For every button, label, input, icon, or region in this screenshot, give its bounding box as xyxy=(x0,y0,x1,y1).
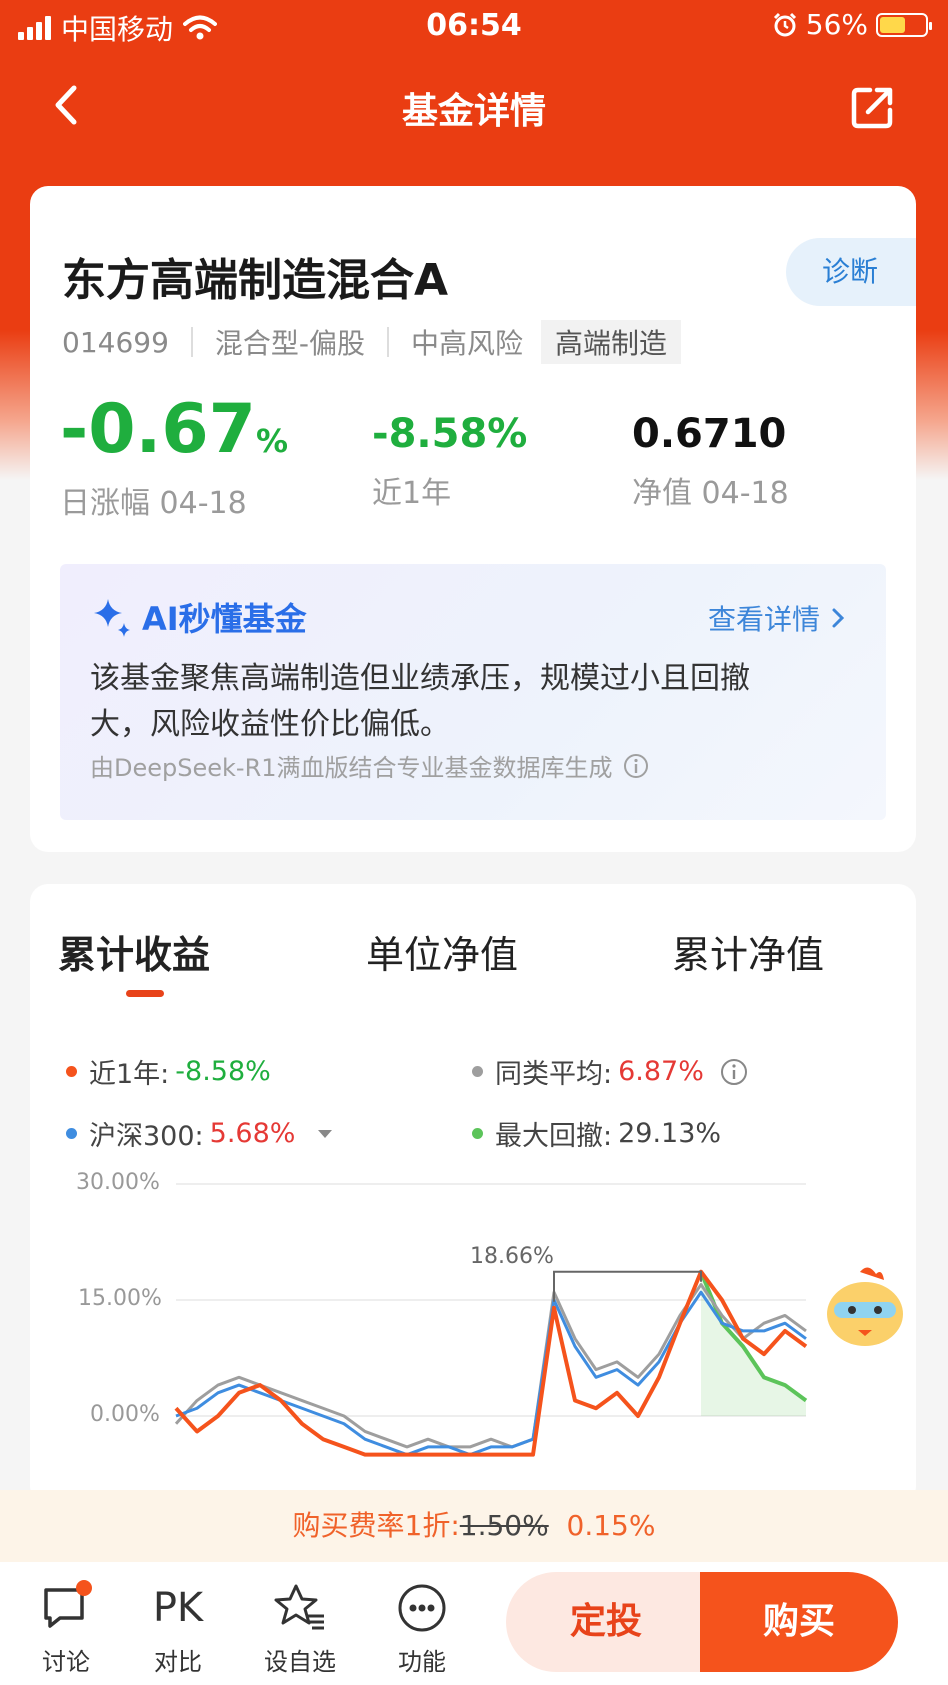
ai-footnote: 由DeepSeek-R1满血版结合专业基金数据库生成 xyxy=(90,748,649,783)
chart-tabs: 累计收益 单位净值 累计净值 xyxy=(30,924,916,984)
tab-cumulative-return[interactable]: 累计收益 xyxy=(58,924,210,979)
ai-summary-text: 该基金聚焦高端制造但业绩承压，规模过小且回撤大，风险收益性价比偏低。 xyxy=(90,661,750,742)
fee-prefix: 购买费率1折: xyxy=(292,1509,460,1542)
legend-fund: 近1年: -8.58% xyxy=(66,1052,271,1091)
ai-footnote-text: 由DeepSeek-R1满血版结合专业基金数据库生成 xyxy=(90,754,613,782)
legend-dot xyxy=(66,1066,77,1077)
legend-drawdown-value: 29.13% xyxy=(618,1118,722,1149)
battery-percent: 56% xyxy=(805,8,868,41)
share-icon[interactable] xyxy=(850,84,896,130)
pk-icon: PK xyxy=(152,1585,204,1631)
active-tab-indicator xyxy=(126,990,164,997)
page-title: 基金详情 xyxy=(401,91,546,132)
chart-plot xyxy=(174,1183,808,1457)
info-icon[interactable] xyxy=(623,753,649,779)
year-return-label: 近1年 xyxy=(372,476,452,511)
return-chart[interactable]: 30.00% 15.00% 0.00% 18.66% xyxy=(30,1170,916,1504)
chevron-right-icon xyxy=(832,608,845,628)
ai-summary-box[interactable]: AI秒懂基金 查看详情 该基金聚焦高端制造但业绩承压，规模过小且回撤大，风险收益… xyxy=(60,564,886,820)
fund-code: 014699 xyxy=(62,325,169,359)
divider xyxy=(190,327,193,357)
ai-details-text: 查看详情 xyxy=(707,603,820,636)
chat-bubble-icon xyxy=(44,1580,92,1628)
buy-button[interactable]: 购买 xyxy=(700,1572,898,1672)
info-icon[interactable] xyxy=(720,1058,748,1086)
legend-avg: 同类平均: 6.87% xyxy=(472,1052,748,1091)
daily-change-value: -0.67 xyxy=(60,390,256,469)
year-return-stat: -8.58% 近1年 xyxy=(372,396,527,512)
daily-change-unit: % xyxy=(256,422,289,460)
performance-card: 累计收益 单位净值 累计净值 近1年: -8.58% 同类平均: 6.87% 沪… xyxy=(30,884,916,1504)
add-watchlist-button[interactable]: 设自选 xyxy=(250,1580,350,1677)
legend-dot xyxy=(472,1066,483,1077)
legend-index[interactable]: 沪深300: 5.68% xyxy=(66,1114,335,1153)
peak-marker xyxy=(553,1270,702,1302)
fund-tags: 014699 混合型-偏股 中高风险 高端制造 xyxy=(62,320,682,364)
discuss-label: 讨论 xyxy=(42,1648,90,1676)
fee-current: 0.15% xyxy=(566,1509,656,1542)
legend-fund-value: -8.58% xyxy=(175,1056,271,1087)
fund-risk: 中高风险 xyxy=(411,327,524,360)
tab-cumulative-nav[interactable]: 累计净值 xyxy=(672,924,824,979)
compare-label: 对比 xyxy=(154,1648,202,1676)
fee-original: 1.50% xyxy=(459,1509,549,1542)
nav-bar: 基金详情 xyxy=(0,60,948,150)
fee-banner[interactable]: 购买费率1折:1.50% 0.15% xyxy=(0,1490,948,1562)
legend-drawdown: 最大回撤: 29.13% xyxy=(472,1114,721,1153)
fund-theme-tag[interactable]: 高端制造 xyxy=(541,320,682,364)
more-functions-button[interactable]: 功能 xyxy=(372,1580,472,1677)
star-list-icon xyxy=(274,1584,324,1630)
daily-change-stat: -0.67% 日涨幅 04-18 xyxy=(60,396,288,522)
fund-type: 混合型-偏股 xyxy=(214,327,365,360)
ai-title-text: AI秒懂基金 xyxy=(142,600,307,638)
legend-index-value: 5.68% xyxy=(209,1118,296,1149)
legend-dot xyxy=(66,1128,77,1139)
compare-button[interactable]: PK 对比 xyxy=(128,1580,228,1677)
auto-invest-button[interactable]: 定投 xyxy=(506,1572,706,1672)
more-icon xyxy=(398,1584,446,1632)
alarm-icon xyxy=(773,12,796,36)
fund-info-card: 东方高端制造混合A 诊断 014699 混合型-偏股 中高风险 高端制造 -0.… xyxy=(30,186,916,852)
sparkle-icon xyxy=(94,599,130,637)
peak-value-label: 18.66% xyxy=(470,1243,554,1269)
legend-avg-label: 同类平均: xyxy=(495,1059,613,1090)
ai-details-link[interactable]: 查看详情 xyxy=(708,598,846,638)
fund-name: 东方高端制造混合A xyxy=(62,255,449,306)
legend-dot xyxy=(472,1128,483,1139)
tab-unit-nav[interactable]: 单位净值 xyxy=(366,924,518,979)
diagnose-button[interactable]: 诊断 xyxy=(786,238,916,306)
year-return-value: -8.58% xyxy=(372,411,528,457)
legend-avg-value: 6.87% xyxy=(618,1056,704,1087)
more-functions-label: 功能 xyxy=(398,1648,446,1676)
legend-index-label: 沪深300: xyxy=(89,1121,204,1152)
ai-title: AI秒懂基金 xyxy=(90,594,307,640)
daily-change-label: 日涨幅 04-18 xyxy=(60,486,247,521)
nav-value: 0.6710 xyxy=(632,411,787,457)
legend-fund-label: 近1年: xyxy=(89,1059,170,1090)
mascot-icon[interactable] xyxy=(820,1264,910,1354)
legend-drawdown-label: 最大回撤: xyxy=(495,1121,613,1152)
battery-icon xyxy=(876,12,932,37)
divider xyxy=(387,327,389,357)
status-bar: 中国移动 06:54 56% xyxy=(0,0,948,52)
bottom-action-bar: 讨论 PK 对比 设自选 功能 定投 购买 xyxy=(0,1562,948,1685)
add-watchlist-label: 设自选 xyxy=(264,1648,336,1676)
discuss-button[interactable]: 讨论 xyxy=(16,1580,116,1677)
dropdown-arrow-icon[interactable] xyxy=(315,1127,335,1141)
nav-label: 净值 04-18 xyxy=(632,476,789,511)
nav-stat: 0.6710 净值 04-18 xyxy=(632,396,789,512)
